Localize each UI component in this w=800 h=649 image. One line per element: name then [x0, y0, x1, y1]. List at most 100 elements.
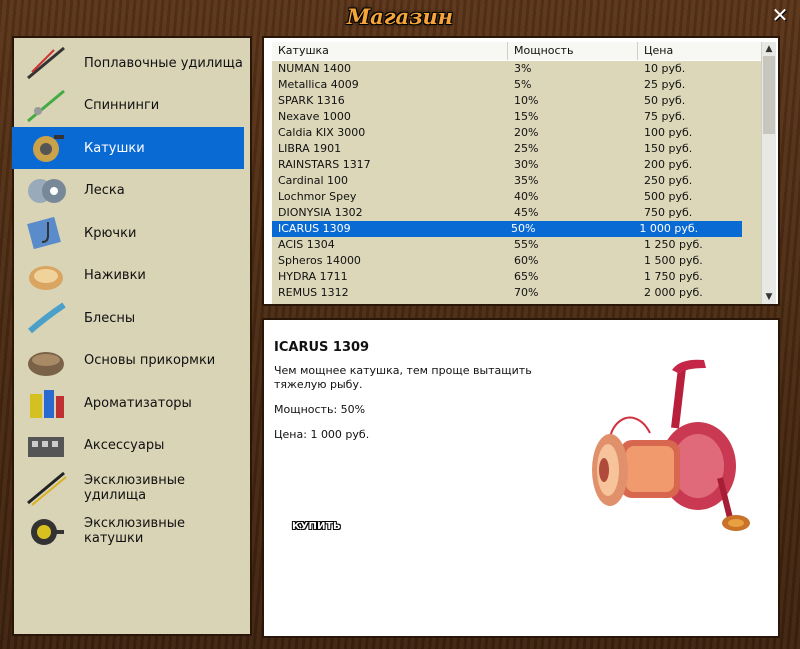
table-cell: 45% — [514, 206, 539, 219]
table-cell: 40% — [514, 190, 539, 203]
table-cell: 5% — [514, 78, 532, 91]
sidebar-item-float-rod[interactable]: Поплавочные удилища — [12, 42, 244, 84]
table-cell: 1 750 руб. — [644, 270, 703, 283]
sidebar-item-label: Блесны — [84, 310, 136, 326]
table-cell: Cardinal 100 — [278, 174, 349, 187]
hooks-icon — [24, 214, 68, 252]
scroll-thumb[interactable] — [763, 56, 775, 134]
spinning-reel-image — [580, 348, 760, 538]
sidebar-item-exclusive-rod[interactable]: Эксклюзивные удилища — [12, 467, 244, 509]
column-header-power[interactable]: Мощность — [508, 42, 638, 60]
table-header: Катушка Мощность Цена — [272, 42, 766, 60]
table-cell: NUMAN 1400 — [278, 62, 352, 75]
table-cell: 35% — [514, 174, 539, 187]
sidebar-item-label: Поплавочные удилища — [84, 55, 243, 71]
sidebar-item-label: Эксклюзивные катушки — [84, 515, 185, 546]
table-cell: 30% — [514, 158, 539, 171]
table-row[interactable]: Lochmor Spey 40% 500 руб. — [272, 189, 766, 205]
product-power: Мощность: 50% — [274, 403, 366, 416]
table-cell: ACIS 1304 — [278, 238, 335, 251]
table-row[interactable]: SPARK 1316 10% 50 руб. — [272, 93, 766, 109]
table-cell: HYDRA 1711 — [278, 270, 348, 283]
sidebar-item-accessories[interactable]: Аксессуары — [12, 425, 244, 467]
sidebar-item-label: Эксклюзивные удилища — [84, 473, 185, 503]
scroll-down-icon[interactable]: ▼ — [762, 290, 776, 304]
buy-button[interactable]: КУПИТЬ — [292, 521, 341, 532]
table-row[interactable]: REMUS 1312 70% 2 000 руб. — [272, 285, 766, 301]
table-cell: 25 руб. — [644, 78, 686, 91]
fishing-line-icon — [24, 172, 68, 210]
scroll-up-icon[interactable]: ▲ — [762, 42, 776, 56]
table-cell: 150 руб. — [644, 142, 693, 155]
table-cell: 100 руб. — [644, 126, 693, 139]
exclusive-rod-icon — [24, 469, 68, 507]
table-cell: 500 руб. — [644, 190, 693, 203]
table-row[interactable]: Nexave 1000 15% 75 руб. — [272, 109, 766, 125]
window-title: Магазин — [346, 4, 454, 29]
sidebar-item-lure[interactable]: Блесны — [12, 297, 244, 339]
product-list-panel: Катушка Мощность Цена NUMAN 1400 3% 10 руб… — [262, 36, 780, 306]
table-row[interactable]: LIBRA 1901 25% 150 руб. — [272, 141, 766, 157]
table-cell: 2 000 руб. — [644, 286, 703, 299]
table-cell: 50% — [510, 222, 536, 235]
groundbait-icon — [24, 342, 68, 380]
table-cell: REMUS 1312 — [278, 286, 349, 299]
table-cell: RAINSTARS 1317 — [278, 158, 371, 171]
table-row[interactable]: ACIS 1304 55% 1 250 руб. — [272, 237, 766, 253]
reel-icon — [24, 129, 68, 167]
sidebar-item-label: Аксессуары — [84, 438, 165, 453]
bait-icon — [24, 257, 68, 295]
table-row[interactable]: ICARUS 1309 50% 1 000 руб. — [272, 221, 742, 237]
product-description: Чем мощнее катушка, тем проще вытащить т… — [274, 364, 532, 391]
sidebar-item-hooks[interactable]: Крючки — [12, 212, 244, 254]
sidebar-item-fishing-line[interactable]: Леска — [12, 170, 244, 212]
table-cell: ICARUS 1309 — [278, 222, 351, 235]
table-row[interactable]: Metallica 4009 5% 25 руб. — [272, 77, 766, 93]
table-cell: 10% — [514, 94, 539, 107]
table-cell: 25% — [514, 142, 539, 155]
table-cell: 50 руб. — [644, 94, 686, 107]
product-price: Цена: 1 000 руб. — [274, 428, 370, 441]
table-cell: DIONYSIA 1302 — [278, 206, 363, 219]
sidebar-item-reel[interactable]: Катушки — [12, 127, 244, 169]
sidebar-item-label: Основы прикормки — [84, 353, 216, 368]
list-scrollbar[interactable]: ▲ ▼ — [761, 42, 776, 304]
flavoring-icon — [24, 384, 68, 422]
table-row[interactable]: Cardinal 100 35% 250 руб. — [272, 173, 766, 189]
table-cell: Lochmor Spey — [278, 190, 357, 203]
sidebar-item-exclusive-reel[interactable]: Эксклюзивные катушки — [12, 510, 244, 552]
exclusive-reel-icon — [24, 512, 68, 550]
table-cell: 3% — [514, 62, 532, 75]
sidebar-item-spinning-rod[interactable]: Спиннинги — [12, 85, 244, 127]
table-row[interactable]: DIONYSIA 1302 45% 750 руб. — [272, 205, 766, 221]
table-row[interactable]: NUMAN 1400 3% 10 руб. — [272, 61, 766, 77]
table-row[interactable]: Caldia KIX 3000 20% 100 руб. — [272, 125, 766, 141]
sidebar-item-groundbait[interactable]: Основы прикормки — [12, 340, 244, 382]
sidebar-item-flavoring[interactable]: Ароматизаторы — [12, 382, 244, 424]
table-row[interactable]: Spheros 14000 60% 1 500 руб. — [272, 253, 766, 269]
table-cell: 750 руб. — [644, 206, 693, 219]
table-row[interactable]: RAINSTARS 1317 30% 200 руб. — [272, 157, 766, 173]
table-cell: Metallica 4009 — [278, 78, 359, 91]
shop-window: Магазин ✕ Поплавочные удилища Спиннинги Ка… — [0, 0, 800, 649]
close-icon[interactable]: ✕ — [770, 4, 790, 26]
table-cell: 15% — [514, 110, 539, 123]
column-header-price[interactable]: Цена — [638, 42, 766, 60]
accessories-icon — [24, 427, 68, 465]
table-cell: 75 руб. — [644, 110, 686, 123]
table-cell: Spheros 14000 — [278, 254, 361, 267]
sidebar-item-bait[interactable]: Наживки — [12, 255, 244, 297]
table-cell: 65% — [514, 270, 539, 283]
table-cell: 60% — [514, 254, 539, 267]
table-row[interactable]: HYDRA 1711 65% 1 750 руб. — [272, 269, 766, 285]
sidebar-item-label: Леска — [84, 183, 125, 198]
table-cell: 55% — [514, 238, 539, 251]
spinning-rod-icon — [24, 87, 68, 125]
table-cell: 1 000 руб. — [639, 222, 699, 235]
column-header-reel[interactable]: Катушка — [272, 42, 508, 60]
sidebar-item-label: Наживки — [84, 268, 146, 283]
sidebar-item-label: Катушки — [84, 140, 145, 156]
table-cell: 1 500 руб. — [644, 254, 703, 267]
table-cell: Nexave 1000 — [278, 110, 351, 123]
table-cell: 20% — [514, 126, 539, 139]
